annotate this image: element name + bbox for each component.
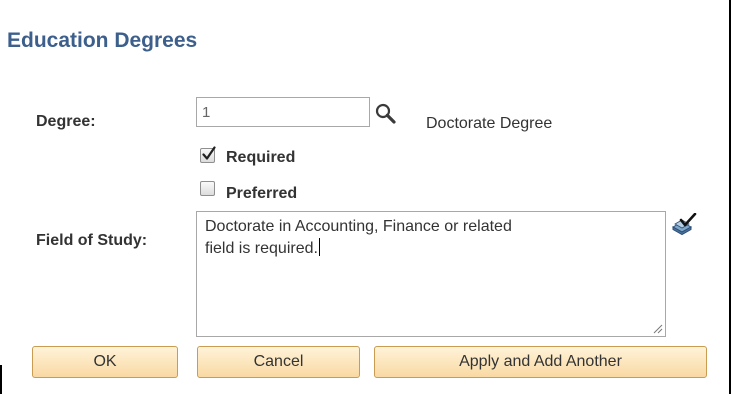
field-of-study-text: Doctorate in Accounting, Finance or rela… bbox=[205, 218, 512, 257]
spell-check-icon[interactable] bbox=[671, 213, 697, 237]
degree-label: Degree: bbox=[36, 113, 96, 130]
ok-button[interactable]: OK bbox=[32, 346, 178, 378]
degree-input[interactable] bbox=[196, 97, 370, 127]
preferred-label: Preferred bbox=[226, 185, 298, 202]
apply-and-add-another-button[interactable]: Apply and Add Another bbox=[374, 346, 707, 378]
page-title: Education Degrees bbox=[7, 29, 198, 52]
checkmark-icon bbox=[202, 146, 216, 160]
field-of-study-label: Field of Study: bbox=[36, 232, 148, 249]
resize-grip-icon[interactable] bbox=[653, 324, 663, 334]
degree-description: Doctorate Degree bbox=[426, 115, 553, 132]
required-label: Required bbox=[226, 149, 296, 166]
field-of-study-textarea[interactable]: Doctorate in Accounting, Finance or rela… bbox=[196, 211, 666, 337]
frame-border-left bbox=[0, 365, 2, 394]
magnifier-icon[interactable] bbox=[374, 102, 398, 126]
required-checkbox[interactable] bbox=[200, 146, 216, 163]
text-cursor bbox=[318, 238, 320, 256]
preferred-checkbox[interactable] bbox=[200, 181, 215, 196]
cancel-button[interactable]: Cancel bbox=[197, 346, 360, 378]
